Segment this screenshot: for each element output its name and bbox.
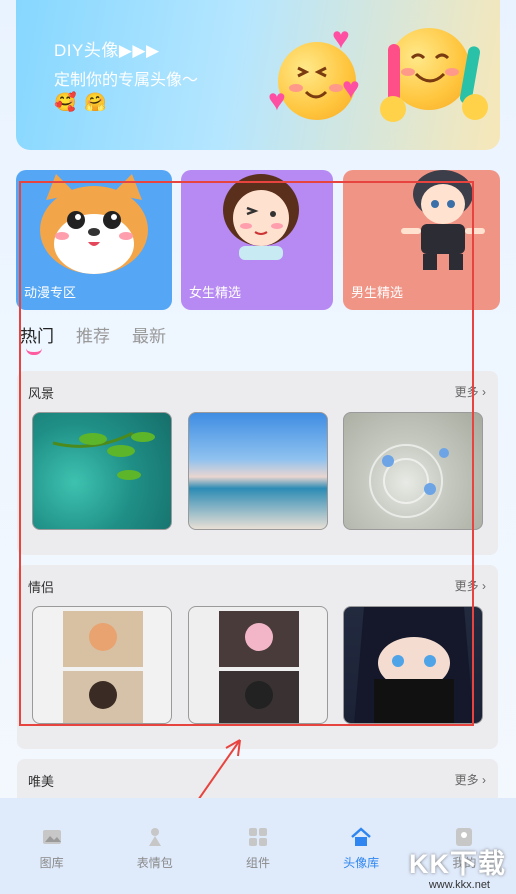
- section-more-link[interactable]: 更多 ›: [455, 383, 486, 400]
- tab-hot[interactable]: 热门: [20, 322, 54, 355]
- nav-stickers[interactable]: 表情包: [115, 826, 195, 894]
- girl-avatar-illustration: [211, 170, 311, 260]
- heart-icon: ♥: [268, 84, 286, 117]
- tab-label: 推荐: [76, 327, 110, 346]
- tab-latest[interactable]: 最新: [132, 322, 166, 347]
- category-boys[interactable]: 男生精选: [343, 170, 500, 310]
- more-label: 更多: [454, 773, 479, 787]
- category-label: 动漫专区: [24, 285, 77, 300]
- section-more-link[interactable]: 更多 ›: [455, 771, 486, 788]
- heart-icon: ♥: [332, 22, 350, 55]
- section-more-link[interactable]: 更多 ›: [455, 577, 486, 594]
- category-anime[interactable]: 动漫专区: [16, 170, 172, 310]
- chevron-right-icon: ›: [482, 385, 486, 399]
- image-thumbnail[interactable]: [32, 606, 172, 724]
- section-scenery: 风景 更多 ›: [17, 371, 498, 555]
- nav-widgets[interactable]: 组件: [218, 826, 298, 894]
- section-title: 唯美: [28, 774, 55, 789]
- yellow-hand-decoration: [462, 94, 488, 120]
- nav-label: 头像库: [343, 856, 380, 870]
- nav-gallery[interactable]: 图库: [12, 826, 92, 894]
- image-icon: [42, 830, 61, 844]
- more-label: 更多: [454, 385, 479, 399]
- sticker-icon: [148, 828, 161, 846]
- image-thumbnail[interactable]: [188, 412, 328, 530]
- image-thumbnail[interactable]: [343, 606, 483, 724]
- nav-avatar-library[interactable]: 头像库: [321, 826, 401, 894]
- tab-active-indicator: [26, 348, 42, 355]
- section-couples: 情侣 更多 ›: [17, 565, 498, 749]
- heart-face-emoji-icon: 🥰: [54, 92, 77, 112]
- banner-small-emojis: 🥰 🤗: [54, 92, 107, 113]
- content-tabs: 热门 推荐 最新: [20, 322, 166, 355]
- image-thumbnail[interactable]: [343, 412, 483, 530]
- tab-label: 热门: [20, 327, 54, 346]
- banner-title: DIY头像▶▶▶: [54, 41, 160, 60]
- image-thumbnail[interactable]: [32, 412, 172, 530]
- watermark-url: www.kkx.net: [428, 879, 490, 891]
- tab-recommended[interactable]: 推荐: [76, 322, 110, 347]
- category-label: 男生精选: [351, 285, 404, 300]
- widgets-icon: [248, 828, 267, 846]
- nav-label: 图库: [39, 856, 64, 870]
- nav-label: 组件: [245, 856, 270, 870]
- image-thumbnail[interactable]: [188, 606, 328, 724]
- watermark-logo: KK下载: [409, 849, 506, 879]
- more-label: 更多: [454, 579, 479, 593]
- category-label: 女生精选: [189, 285, 242, 300]
- diy-avatar-banner[interactable]: DIY头像▶▶▶ 定制你的专属头像～ 🥰 🤗 ♥ ♥ ♥: [16, 0, 500, 150]
- heart-icon: ♥: [342, 72, 360, 105]
- chevron-right-icon: ›: [482, 773, 486, 787]
- home-icon: [351, 827, 371, 846]
- category-girls[interactable]: 女生精选: [181, 170, 333, 310]
- nav-label: 表情包: [136, 856, 173, 870]
- boy-avatar-illustration: [395, 170, 491, 274]
- yellow-hand-decoration: [380, 96, 406, 122]
- pink-bar-decoration: [388, 44, 400, 102]
- chevron-right-icon: ›: [482, 579, 486, 593]
- tab-label: 最新: [132, 327, 166, 346]
- hug-face-emoji-icon: 🤗: [84, 92, 107, 112]
- section-title: 情侣: [28, 580, 55, 595]
- section-title: 风景: [28, 386, 55, 401]
- shiba-dog-illustration: [32, 170, 162, 282]
- banner-subtitle: 定制你的专属头像～: [54, 72, 199, 89]
